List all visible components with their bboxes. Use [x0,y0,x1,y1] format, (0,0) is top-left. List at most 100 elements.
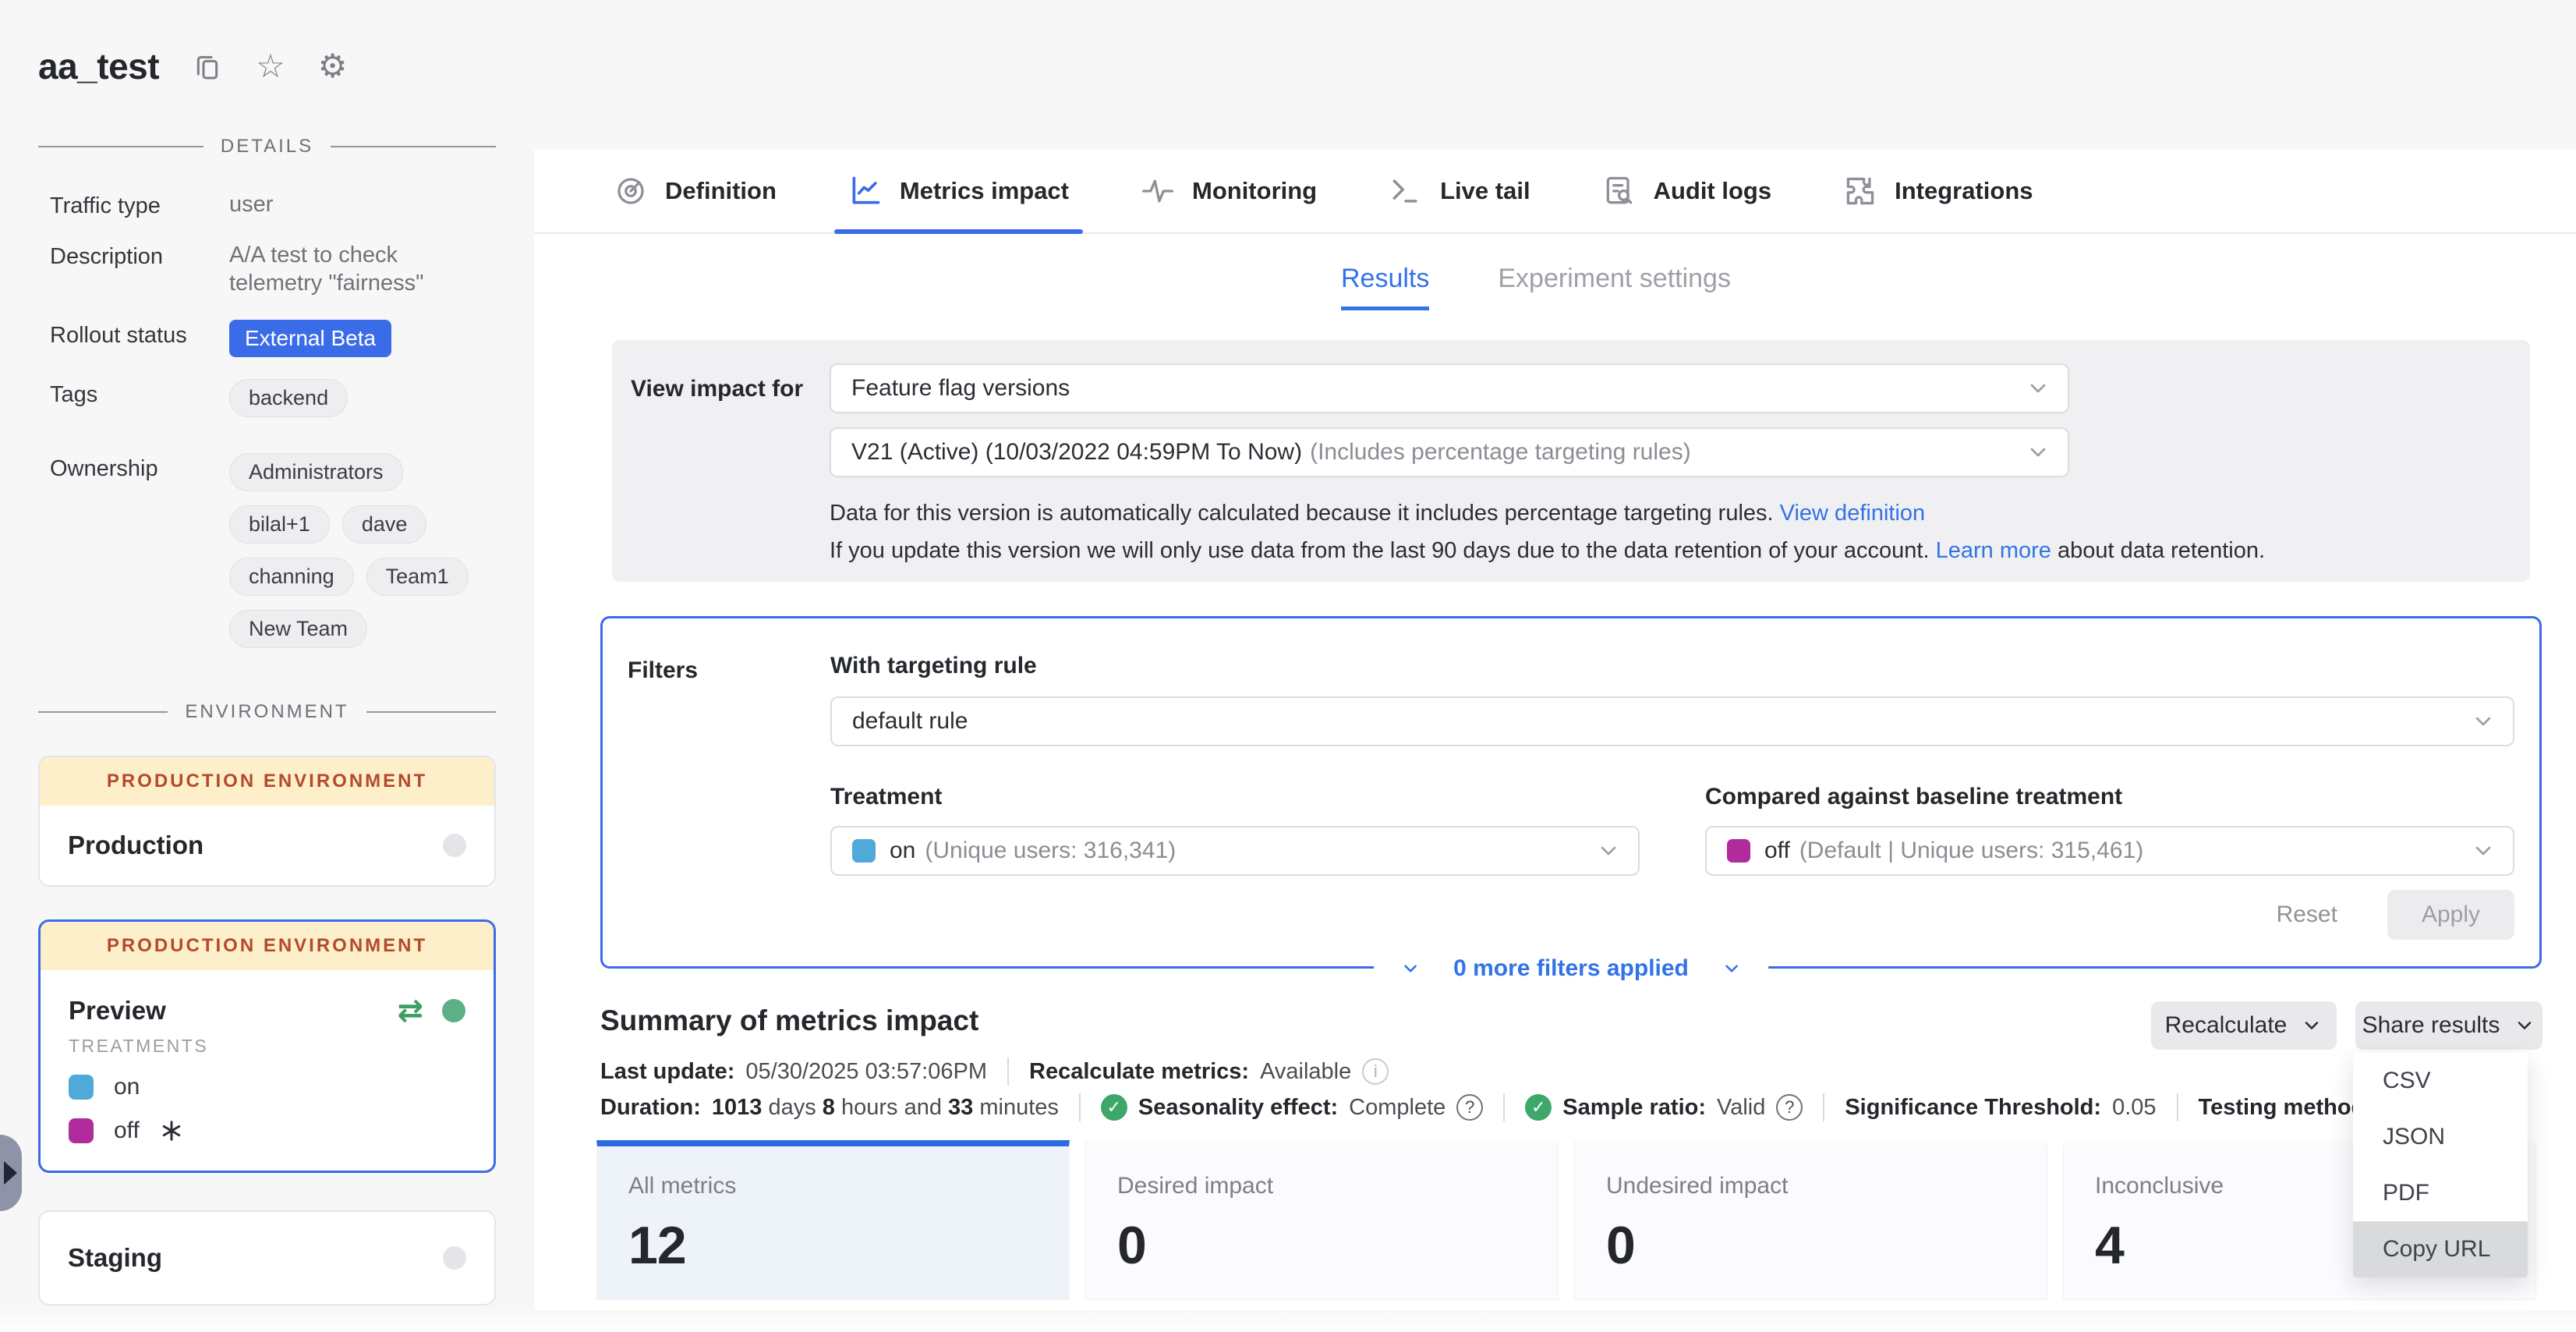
impact-source-select[interactable]: Feature flag versions [830,363,2069,413]
share-results-menu: CSV JSON PDF Copy URL [2353,1053,2528,1277]
tab-monitoring[interactable]: Monitoring [1141,150,1317,232]
details-heading: DETAILS [38,136,496,158]
chevron-down-icon [2514,1015,2535,1036]
audit-log-icon [1602,174,1637,208]
production-environment-banner: PRODUCTION ENVIRONMENT [40,757,494,806]
tab-audit-logs[interactable]: Audit logs [1602,150,1772,232]
metric-card-undesired-impact[interactable]: Undesired impact 0 [1574,1140,2047,1300]
view-impact-label: View impact for [631,376,803,402]
chevron-down-icon [1721,958,1742,979]
version-helper-text: Data for this version is automatically c… [830,501,1925,526]
subtab-results[interactable]: Results [1341,264,1429,310]
seasonality-value: Complete [1349,1095,1445,1121]
question-icon[interactable]: ? [1776,1094,1803,1121]
more-filters-toggle[interactable]: 0 more filters applied [1374,951,1768,987]
status-dot-green [442,999,465,1022]
divider-line [38,146,203,147]
share-menu-item-json[interactable]: JSON [2353,1109,2528,1165]
environment-card-staging[interactable]: Staging [38,1210,496,1305]
chevron-down-icon [2026,376,2051,401]
learn-more-link[interactable]: Learn more [1936,538,2051,563]
treatment-on-swatch [69,1075,94,1100]
sidebar-collapse-handle[interactable] [0,1135,22,1211]
tab-integrations[interactable]: Integrations [1843,150,2033,232]
retention-helper-text: If you update this version we will only … [830,538,2265,564]
gear-icon[interactable]: ⚙ [318,50,348,83]
tab-definition[interactable]: Definition [614,150,777,232]
treatment-label: Treatment [830,784,1640,810]
reset-button[interactable]: Reset [2277,902,2337,928]
tab-live-tail[interactable]: Live tail [1389,150,1530,232]
pulse-icon [1141,174,1175,208]
chevron-down-icon [2301,1015,2323,1036]
flag-header: aa_test ☆ ⚙ [0,0,534,87]
summary-meta-row-1: Last update: 05/30/2025 03:57:06PM Recal… [600,1057,1389,1086]
baseline-select[interactable]: off (Default | Unique users: 315,461) [1705,826,2514,876]
baseline-label: Compared against baseline treatment [1705,784,2514,810]
apply-button[interactable]: Apply [2387,890,2514,940]
chevron-right-icon [4,1161,17,1185]
share-menu-item-pdf[interactable]: PDF [2353,1165,2528,1221]
tab-label: Metrics impact [900,177,1069,205]
favorite-star-icon[interactable]: ☆ [256,50,285,83]
duration-hours-num: 8 [823,1095,835,1120]
owner-chip[interactable]: dave [342,505,427,544]
view-definition-link[interactable]: View definition [1780,501,1925,526]
subtab-experiment-settings[interactable]: Experiment settings [1498,264,1731,306]
status-dot-gray [443,834,466,857]
environment-card-production[interactable]: PRODUCTION ENVIRONMENT Production [38,756,496,887]
testing-method-label: Testing method: [2199,1095,2373,1121]
metric-card-desired-impact[interactable]: Desired impact 0 [1085,1140,1559,1300]
tab-label: Monitoring [1192,177,1317,205]
filters-actions: Reset Apply [2277,890,2514,940]
environment-card-preview[interactable]: PRODUCTION ENVIRONMENT Preview ⇄ TREATME… [38,919,496,1173]
share-results-button[interactable]: Share results [2355,1001,2542,1050]
environment-name: Production [68,831,203,860]
tab-label: Live tail [1440,177,1530,205]
divider [1079,1093,1081,1121]
duration-days-num: 1013 [712,1095,763,1120]
tab-label: Audit logs [1654,177,1772,205]
traffic-type-value: user [229,190,487,218]
summary-title: Summary of metrics impact [600,1004,978,1037]
owner-chip[interactable]: bilal+1 [229,505,330,544]
tag-chip[interactable]: backend [229,379,348,417]
summary-meta-row-2: Duration: 1013 days 8 hours and 33 minut… [600,1093,2424,1121]
treatment-select[interactable]: on (Unique users: 316,341) [830,826,1640,876]
puzzle-icon [1843,174,1877,208]
metric-card-all-metrics[interactable]: All metrics 12 [596,1140,1070,1300]
tab-label: Definition [665,177,777,205]
copy-icon[interactable] [192,51,223,82]
owner-chip[interactable]: New Team [229,610,367,648]
treatment-row-on: on [69,1074,465,1100]
divider [1007,1057,1009,1086]
targeting-rule-select[interactable]: default rule [830,696,2514,746]
share-results-button-label: Share results [2362,1012,2500,1039]
baseline-select-value: off [1764,838,1790,864]
owner-chip[interactable]: Administrators [229,453,403,491]
description-row: Description A/A test to check telemetry … [50,241,494,298]
significance-threshold-label: Significance Threshold: [1845,1095,2101,1121]
share-menu-item-copy-url[interactable]: Copy URL [2353,1221,2528,1277]
divider [2177,1093,2178,1121]
sample-ratio-label: Sample ratio: [1562,1095,1706,1121]
swap-arrows-icon: ⇄ [397,995,423,1026]
treatment-select-detail: (Unique users: 316,341) [925,838,1176,864]
recalculate-metrics-value: Available [1260,1059,1351,1085]
last-update-value: 05/30/2025 03:57:06PM [745,1059,987,1085]
tags-row: Tags backend [50,379,494,431]
treatment-off-swatch [1727,839,1750,863]
tab-metrics-impact[interactable]: Metrics impact [848,150,1069,232]
question-icon[interactable]: ? [1456,1094,1483,1121]
details-heading-label: DETAILS [221,136,313,158]
rollout-status-badge[interactable]: External Beta [229,320,391,357]
treatment-on-swatch [852,839,876,863]
version-select[interactable]: V21 (Active) (10/03/2022 04:59PM To Now)… [830,427,2069,477]
baseline-column: Compared against baseline treatment off … [1705,784,2514,876]
recalculate-button[interactable]: Recalculate [2151,1001,2337,1050]
owner-chip[interactable]: channing [229,558,354,596]
share-menu-item-csv[interactable]: CSV [2353,1053,2528,1109]
owner-chip[interactable]: Team1 [366,558,469,596]
chevron-down-icon [1400,958,1421,979]
info-icon[interactable]: i [1362,1058,1389,1085]
